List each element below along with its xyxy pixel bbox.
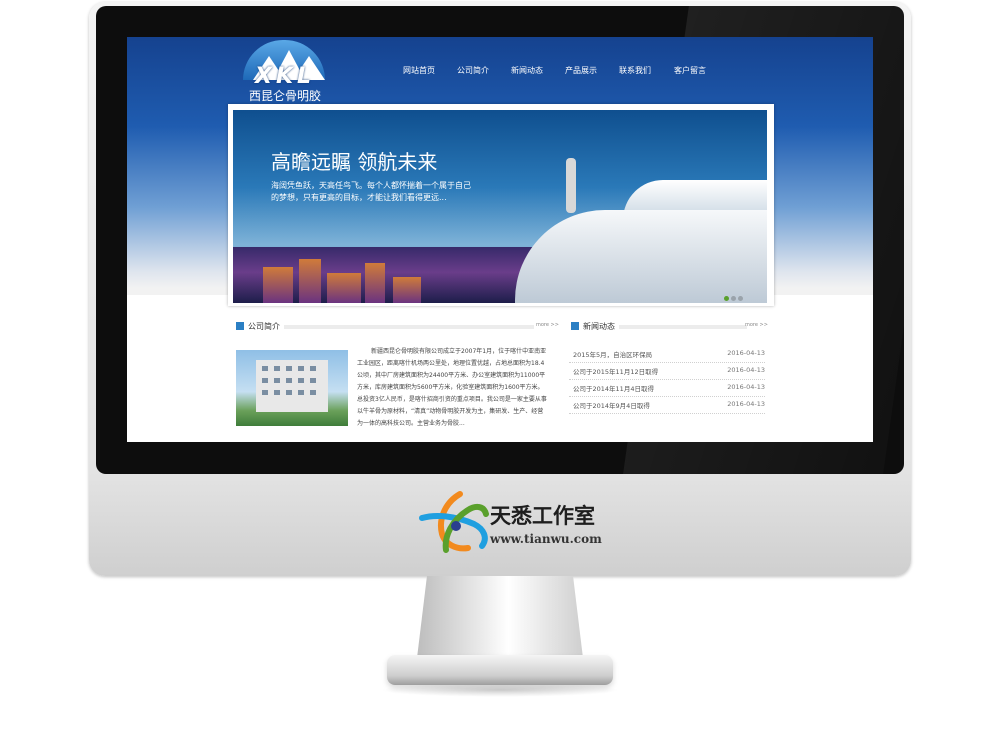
- company-building-image: [236, 350, 348, 426]
- about-title: 公司简介: [248, 322, 280, 331]
- slider-dots: [724, 286, 745, 303]
- slider-dot[interactable]: [738, 296, 743, 301]
- monitor-stand-neck: [417, 576, 583, 658]
- nav-item-about[interactable]: 公司简介: [457, 65, 489, 76]
- man-figure: [566, 158, 576, 213]
- slider-dot[interactable]: [731, 296, 736, 301]
- banner-title: 高瞻远瞩 领航未来: [271, 150, 438, 174]
- banner-subtitle: 海阔凭鱼跃，天高任鸟飞。每个人都怀揣着一个属于自己的梦想，只有更高的目标，才能让…: [271, 181, 471, 202]
- nav-item-home[interactable]: 网站首页: [403, 65, 435, 76]
- nav-item-messages[interactable]: 客户留言: [674, 65, 706, 76]
- news-list: 2015年5月，自治区环保局 2016-04-13 公司于2015年11月12日取…: [569, 346, 765, 414]
- list-item[interactable]: 公司于2014年9月4日取得 2016-04-13: [569, 397, 765, 414]
- list-item[interactable]: 2015年5月，自治区环保局 2016-04-13: [569, 346, 765, 363]
- brand-url[interactable]: www.tianwu.com: [490, 532, 602, 546]
- about-text: 新疆西昆仑骨明胶有限公司成立于2007年1月，位于喀什中亚南亚工业园区，距离喀什…: [357, 348, 547, 427]
- brand-name: 天悉工作室: [490, 504, 595, 528]
- slider-dot[interactable]: [724, 296, 729, 301]
- hero-banner[interactable]: 高瞻远瞩 领航未来 海阔凭鱼跃，天高任鸟飞。每个人都怀揣着一个属于自己的梦想，只…: [233, 110, 767, 303]
- about-more-link[interactable]: more >>: [536, 322, 559, 328]
- monitor-stand-base: [387, 655, 613, 685]
- section-icon: [236, 322, 244, 330]
- list-item[interactable]: 公司于2015年11月12日取得 2016-04-13: [569, 363, 765, 380]
- nav-item-products[interactable]: 产品展示: [565, 65, 597, 76]
- news-more-link[interactable]: more >>: [745, 322, 768, 328]
- logo-abbr: XKL: [254, 64, 316, 89]
- nav-item-news[interactable]: 新闻动态: [511, 65, 543, 76]
- news-title: 新闻动态: [583, 322, 615, 331]
- section-icon: [571, 322, 579, 330]
- news-section-header: 新闻动态 more >>: [571, 322, 768, 332]
- list-item[interactable]: 公司于2014年11月4日取得 2016-04-13: [569, 380, 765, 397]
- nav-item-contact[interactable]: 联系我们: [619, 65, 651, 76]
- website-screen: XKL 西昆仑骨明胶 网站首页 公司简介 新闻动态 产品展示 联系我们 客户留言…: [127, 37, 873, 442]
- logo-name: 西昆仑骨明胶: [248, 89, 321, 103]
- about-section-header: 公司简介 more >>: [236, 322, 559, 332]
- site-logo[interactable]: XKL 西昆仑骨明胶: [240, 40, 330, 103]
